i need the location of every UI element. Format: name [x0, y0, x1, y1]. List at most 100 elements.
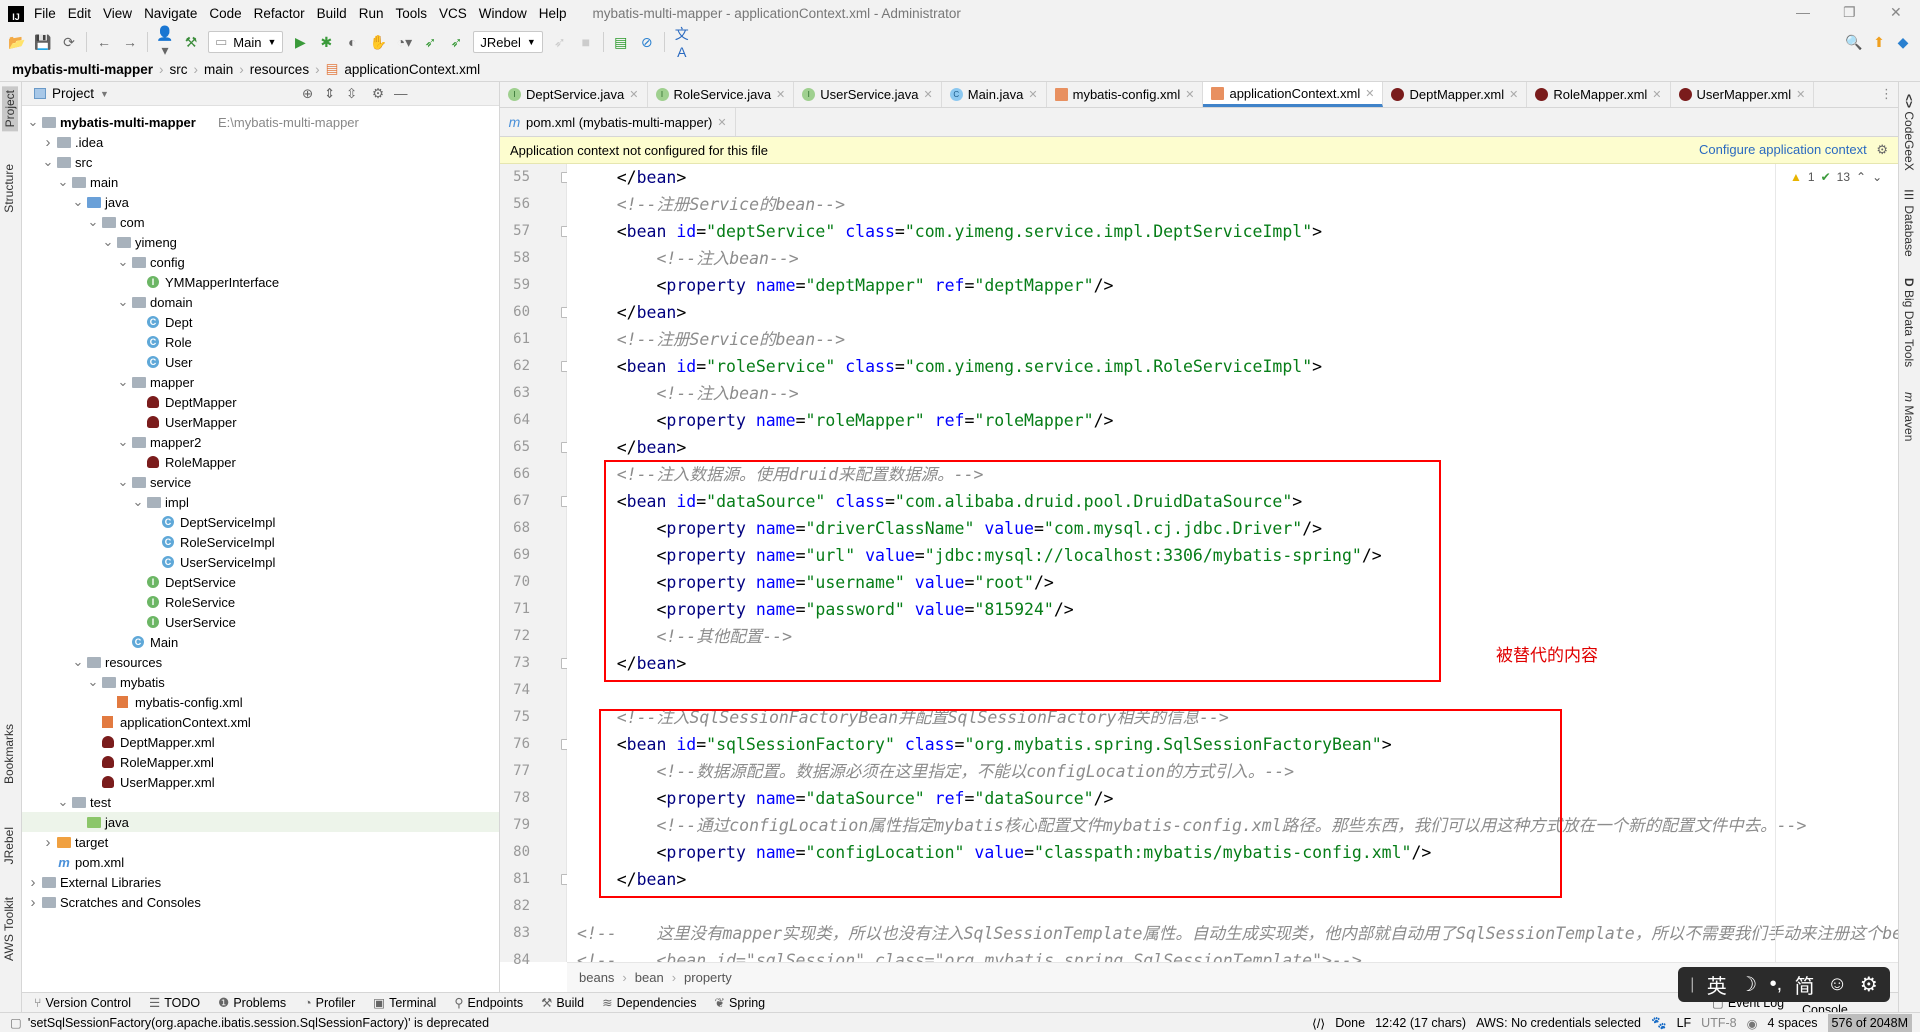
tool-tab-database[interactable]: ☰ Database [1902, 188, 1916, 257]
debug-icon[interactable]: ✱ [317, 34, 335, 51]
tree-item-test[interactable]: ⌄ test [22, 792, 499, 812]
tree-item-deptservice[interactable]: I DeptService [22, 572, 499, 592]
tree-item-external-libraries[interactable]: › External Libraries [22, 872, 499, 892]
tool-window-dependencies[interactable]: ≋ Dependencies [602, 995, 696, 1010]
chevron-right-icon[interactable]: › [27, 874, 39, 891]
tab-roleservice-java[interactable]: I RoleService.java ✕ [648, 82, 795, 107]
tool-tab-project[interactable]: Project [2, 86, 18, 132]
expand-all-icon[interactable]: ⇕ [324, 86, 335, 102]
tree-item-role[interactable]: C Role [22, 332, 499, 352]
tree-item-usermapper-xml[interactable]: UserMapper.xml [22, 772, 499, 792]
close-tab-icon[interactable]: ✕ [776, 88, 785, 101]
menu-navigate[interactable]: Navigate [144, 6, 197, 21]
close-tab-icon[interactable]: ✕ [717, 116, 726, 129]
tab-deptservice-java[interactable]: I DeptService.java ✕ [500, 82, 648, 107]
restore-button[interactable]: ❐ [1843, 4, 1856, 21]
tree-item-service[interactable]: ⌄ service [22, 472, 499, 492]
settings-icon[interactable]: ◉ [1747, 1016, 1758, 1031]
tree-item-mybatis-multi-mapper[interactable]: ⌄ mybatis-multi-mapper E:\mybatis-multi-ma… [22, 112, 499, 132]
tree-item-rolemapper[interactable]: RoleMapper [22, 452, 499, 472]
tree-item-main[interactable]: C Main [22, 632, 499, 652]
close-tab-icon[interactable]: ✕ [629, 88, 638, 101]
breadcrumb-item[interactable]: resources [250, 62, 309, 77]
tree-item-java[interactable]: java [22, 812, 499, 832]
menu-refactor[interactable]: Refactor [254, 6, 305, 21]
ime-punctuation[interactable]: •, [1770, 973, 1783, 996]
tool-tab-maven[interactable]: m Maven [1902, 392, 1916, 441]
caret-position[interactable]: 12:42 (17 chars) [1375, 1016, 1466, 1030]
tab-deptmapper-xml[interactable]: DeptMapper.xml ✕ [1383, 82, 1528, 107]
run-config-select[interactable]: ▭ Main ▼ [208, 31, 284, 53]
tab-rolemapper-xml[interactable]: RoleMapper.xml ✕ [1527, 82, 1671, 107]
menu-run[interactable]: Run [359, 6, 384, 21]
chevron-down-icon[interactable]: ▼ [100, 89, 109, 99]
editor-breadcrumb-item[interactable]: property [684, 970, 732, 985]
tree-item-target[interactable]: › target [22, 832, 499, 852]
minimize-button[interactable]: — [1796, 4, 1810, 20]
close-tab-icon[interactable]: ✕ [1509, 88, 1518, 101]
ime-language[interactable]: 英 [1707, 970, 1727, 999]
tree-item-yimeng[interactable]: ⌄ yimeng [22, 232, 499, 252]
tool-window-spring[interactable]: ❦ Spring [715, 995, 766, 1010]
translate-icon[interactable]: 文A [673, 24, 691, 60]
chevron-down-icon[interactable]: ⌄ [87, 214, 99, 230]
editor-breadcrumb-item[interactable]: beans [579, 970, 614, 985]
aws-credentials[interactable]: AWS: No credentials selected [1476, 1016, 1641, 1030]
tree-item-pom-xml[interactable]: m pom.xml [22, 852, 499, 872]
tree-item-config[interactable]: ⌄ config [22, 252, 499, 272]
tool-tab-big-data-tools[interactable]: D Big Data Tools [1902, 278, 1916, 367]
chevron-down-icon[interactable]: ⌄ [117, 474, 129, 490]
tab-main-java[interactable]: C Main.java ✕ [942, 82, 1047, 107]
tree-item-roleserviceimpl[interactable]: C RoleServiceImpl [22, 532, 499, 552]
breadcrumb-item[interactable]: main [204, 62, 233, 77]
next-highlight-icon[interactable]: ⌄ [1872, 170, 1882, 184]
menu-tools[interactable]: Tools [395, 6, 427, 21]
tree-item-mybatis-config-xml[interactable]: mybatis-config.xml [22, 692, 499, 712]
tree-item-java[interactable]: ⌄ java [22, 192, 499, 212]
ime-moon-icon[interactable]: ☽ [1739, 972, 1757, 997]
coverage-icon[interactable]: ◐ [343, 34, 361, 50]
tool-window-version-control[interactable]: ⑂ Version Control [34, 996, 131, 1010]
tree-item-ymmapperinterface[interactable]: I YMMapperInterface [22, 272, 499, 292]
tree-item-impl[interactable]: ⌄ impl [22, 492, 499, 512]
breadcrumb-item[interactable]: applicationContext.xml [344, 62, 480, 77]
close-window-button[interactable]: ✕ [1890, 4, 1902, 21]
menu-file[interactable]: File [34, 6, 56, 21]
chevron-down-icon[interactable]: ⌄ [72, 194, 84, 210]
chevron-down-icon[interactable]: ⌄ [117, 434, 129, 450]
menu-build[interactable]: Build [317, 6, 347, 21]
tree-item-main[interactable]: ⌄ main [22, 172, 499, 192]
ime-handle[interactable]: | [1690, 976, 1694, 994]
status-toggle-icon[interactable]: ▢ [10, 1015, 22, 1030]
collapse-all-icon[interactable]: ⇳ [346, 86, 357, 102]
ime-settings-icon[interactable]: ⚙ [1860, 972, 1878, 997]
chevron-down-icon[interactable]: ⌄ [132, 494, 144, 510]
breadcrumb-item[interactable]: mybatis-multi-mapper [12, 62, 153, 77]
tab-mybatis-config-xml[interactable]: mybatis-config.xml ✕ [1047, 82, 1204, 107]
line-separator[interactable]: LF [1677, 1016, 1692, 1030]
previous-highlight-icon[interactable]: ⌃ [1856, 170, 1866, 184]
menu-edit[interactable]: Edit [68, 6, 91, 21]
stop-icon[interactable]: ■ [577, 34, 595, 50]
hide-panel-icon[interactable]: — [394, 86, 408, 101]
gear-icon[interactable]: ⚙ [372, 86, 384, 102]
menu-code[interactable]: Code [209, 6, 241, 21]
gear-icon[interactable]: ⚙ [1876, 142, 1888, 157]
tree-item-user[interactable]: C User [22, 352, 499, 372]
inspection-widget[interactable]: ▲ 1 ✔ 13 ⌃ ⌄ [1790, 170, 1882, 184]
chevron-right-icon[interactable]: › [42, 834, 54, 851]
back-icon[interactable]: ← [95, 34, 113, 50]
chevron-down-icon[interactable]: ⌄ [102, 234, 114, 250]
tool-window-terminal[interactable]: ▣ Terminal [373, 995, 436, 1010]
open-folder-icon[interactable]: 📂 [8, 34, 26, 51]
tree-item-resources[interactable]: ⌄ resources [22, 652, 499, 672]
tool-tab-codegeex[interactable]: <> CodeGeeX [1902, 94, 1916, 171]
monitor-icon[interactable]: ▤ [612, 34, 630, 51]
tree-item-com[interactable]: ⌄ com [22, 212, 499, 232]
jrebel-debug-icon[interactable]: ➶ [447, 34, 465, 51]
chevron-down-icon[interactable]: ⌄ [117, 294, 129, 310]
menu-window[interactable]: Window [479, 6, 527, 21]
tree-item-deptmapper-xml[interactable]: DeptMapper.xml [22, 732, 499, 752]
tool-window-todo[interactable]: ☰ TODO [149, 995, 200, 1010]
project-view-select[interactable]: Project [52, 86, 94, 101]
